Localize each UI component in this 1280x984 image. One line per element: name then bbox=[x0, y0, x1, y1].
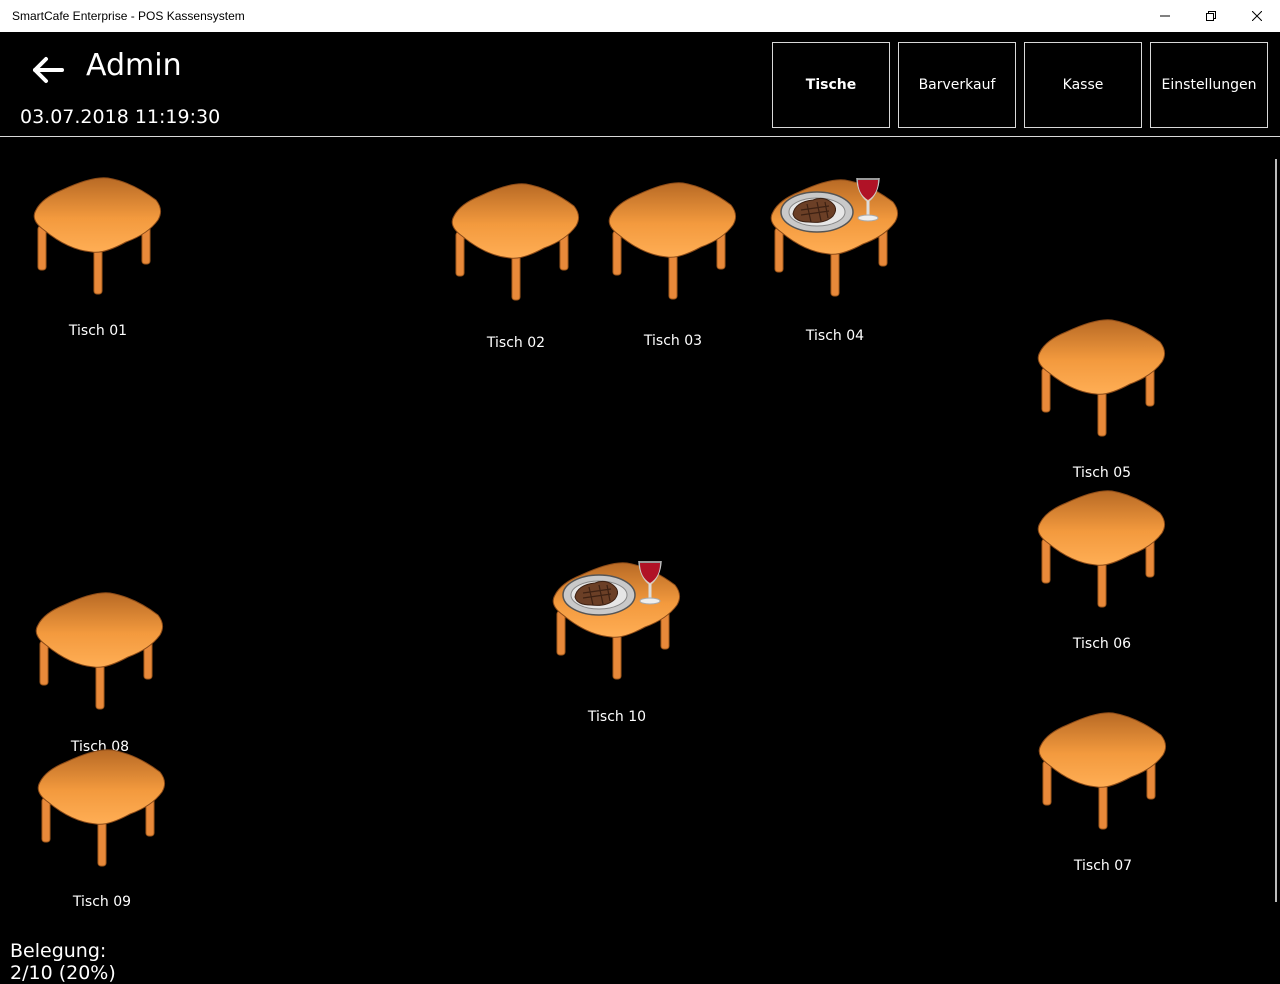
window-title: SmartCafe Enterprise - POS Kassensystem bbox=[12, 9, 245, 23]
table-05[interactable]: Tisch 05 bbox=[1032, 318, 1182, 481]
table-icon bbox=[35, 592, 164, 710]
arrow-left-icon bbox=[33, 57, 64, 83]
table-02[interactable]: Tisch 02 bbox=[446, 182, 596, 351]
table-label: Tisch 07 bbox=[1073, 858, 1133, 874]
occupancy-summary: Belegung: 2/10 (20%) bbox=[10, 940, 116, 984]
nav-kasse-button[interactable]: Kasse bbox=[1024, 42, 1142, 128]
datetime-display: 03.07.2018 11:19:30 bbox=[20, 106, 221, 128]
vertical-scrollbar[interactable] bbox=[1275, 159, 1277, 902]
restore-button[interactable] bbox=[1188, 0, 1234, 32]
nav-barverkauf-button[interactable]: Barverkauf bbox=[898, 42, 1016, 128]
header-divider bbox=[0, 136, 1280, 137]
close-icon bbox=[1252, 11, 1262, 21]
table-07[interactable]: Tisch 07 bbox=[1033, 711, 1183, 874]
table-icon bbox=[33, 177, 162, 295]
nav-tische-button[interactable]: Tische bbox=[772, 42, 890, 128]
table-label: Tisch 06 bbox=[1072, 636, 1132, 652]
occupancy-value: 2/10 (20%) bbox=[10, 962, 116, 984]
table-label: Tisch 03 bbox=[643, 333, 703, 349]
nav-einstellungen-button[interactable]: Einstellungen bbox=[1150, 42, 1268, 128]
table-label: Tisch 10 bbox=[587, 709, 647, 725]
plate-icon bbox=[780, 191, 854, 233]
table-label: Tisch 02 bbox=[486, 335, 546, 351]
table-label: Tisch 05 bbox=[1072, 465, 1132, 481]
table-03[interactable]: Tisch 03 bbox=[603, 181, 753, 349]
table-icon bbox=[608, 182, 737, 300]
plate-icon bbox=[562, 574, 636, 616]
table-04[interactable]: Tisch 04 bbox=[765, 178, 915, 344]
table-label: Tisch 09 bbox=[72, 894, 132, 910]
table-icon bbox=[1037, 490, 1166, 608]
table-10[interactable]: Tisch 10 bbox=[547, 561, 697, 725]
table-icon bbox=[1037, 319, 1166, 437]
table-label: Tisch 01 bbox=[68, 323, 128, 339]
table-08[interactable]: Tisch 08 bbox=[30, 591, 180, 755]
occupancy-label: Belegung: bbox=[10, 940, 107, 962]
table-label: Tisch 04 bbox=[805, 328, 865, 344]
window-titlebar: SmartCafe Enterprise - POS Kassensystem bbox=[0, 0, 1280, 32]
table-icon bbox=[770, 178, 899, 297]
minimize-button[interactable] bbox=[1142, 0, 1188, 32]
page-title: Admin bbox=[86, 48, 182, 83]
table-icon bbox=[552, 561, 681, 680]
table-09[interactable]: Tisch 09 bbox=[32, 748, 182, 910]
table-06[interactable]: Tisch 06 bbox=[1032, 489, 1182, 652]
table-icon bbox=[37, 749, 166, 867]
minimize-icon bbox=[1160, 15, 1170, 17]
table-icon bbox=[1038, 712, 1167, 830]
table-01[interactable]: Tisch 01 bbox=[28, 176, 178, 339]
table-icon bbox=[451, 183, 580, 301]
restore-icon bbox=[1206, 11, 1216, 21]
close-button[interactable] bbox=[1234, 0, 1280, 32]
back-button[interactable] bbox=[28, 53, 66, 85]
